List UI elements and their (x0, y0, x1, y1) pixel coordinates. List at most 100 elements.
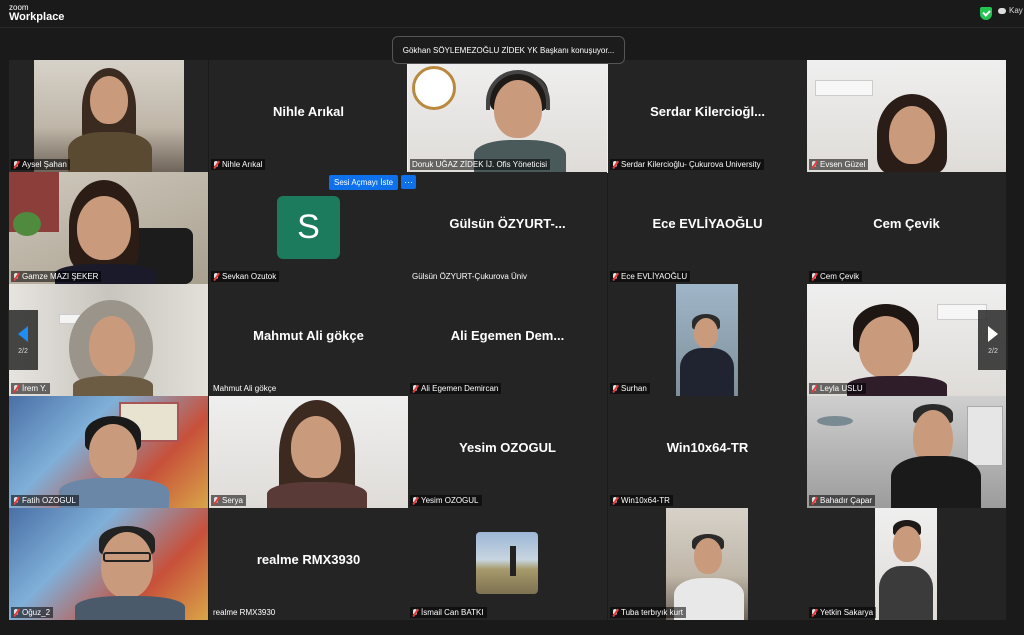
page-indicator: 2/2 (988, 347, 998, 355)
participant-tile[interactable]: Nihle Arıkal Nihle Arıkal (209, 60, 408, 172)
participant-tile[interactable]: Ece EVLİYAOĞLU Ece EVLİYAOĞLU (608, 172, 807, 284)
previous-page-button[interactable]: 2/2 (8, 310, 38, 370)
active-speaker-banner: Gökhan SÖYLEMEZOĞLU ZİDEK YK Başkanı kon… (392, 36, 625, 64)
muted-mic-icon (612, 384, 618, 393)
participant-name: Ali Egemen Demircan (421, 384, 499, 393)
page-indicator: 2/2 (18, 347, 28, 355)
participant-name-label: Surhan (610, 383, 650, 394)
gallery-view: Aysel Şahan Nihle Arıkal Nihle Arıkal Do… (9, 59, 1006, 620)
participant-name-label: Gamze MAZI ŞEKER (11, 271, 102, 282)
muted-mic-icon (412, 496, 418, 505)
muted-mic-icon (811, 384, 817, 393)
participant-tile[interactable]: Yesim OZOGUL Yesim OZOGUL (408, 396, 607, 508)
participant-name-label: Serya (211, 495, 246, 506)
encryption-shield-icon[interactable] (980, 7, 992, 20)
next-page-button[interactable]: 2/2 (978, 310, 1008, 370)
participant-name: Surhan (621, 384, 647, 393)
video-feed (807, 396, 1006, 508)
participant-hover-actions: Sesi Açmayı İste ··· (329, 175, 417, 190)
participant-tile[interactable]: Yetkin Sakarya (807, 508, 1006, 620)
participant-display-name: Yesim OZOGUL (459, 440, 556, 455)
participant-name-label: Gülsün ÖZYURT-Çukurova Üniv (410, 271, 530, 282)
participant-tile[interactable]: Gamze MAZI ŞEKER (9, 172, 208, 284)
participant-tile[interactable]: Serdar Kilercioğl... Serdar Kilercioğlu-… (608, 60, 807, 172)
recording-label: Kay (1009, 6, 1023, 15)
participant-name-label: İrem Y. (11, 383, 50, 394)
muted-mic-icon (412, 608, 418, 617)
participant-tile[interactable]: İrem Y. (9, 284, 208, 396)
participant-display-name: Serdar Kilercioğl... (650, 104, 765, 119)
video-feed (476, 532, 538, 594)
video-feed (408, 60, 607, 172)
participant-tile[interactable]: İsmail Can BATKI (408, 508, 607, 620)
more-options-button[interactable]: ··· (401, 175, 417, 189)
zoom-workplace-logo: zoom Workplace (9, 4, 64, 23)
participant-name-label: Tuba terbıyık kurt (610, 607, 686, 618)
muted-mic-icon (612, 496, 618, 505)
participant-tile[interactable]: Ali Egemen Dem... Ali Egemen Demircan (408, 284, 607, 396)
participant-name-label: Oğuz_2 (11, 607, 54, 618)
participant-tile[interactable]: Aysel Şahan (9, 60, 208, 172)
participant-name: Yesim OZOGUL (421, 496, 479, 505)
muted-mic-icon (811, 496, 817, 505)
muted-mic-icon (13, 384, 19, 393)
participant-name-label: Mahmut Ali gökçe (211, 383, 279, 394)
participant-name: İrem Y. (22, 384, 47, 393)
participant-name-label: Nihle Arıkal (211, 159, 266, 170)
participant-name: Serdar Kilercioğlu- Çukurova University (621, 160, 761, 169)
muted-mic-icon (13, 272, 19, 281)
participant-avatar: S (277, 196, 340, 259)
participant-display-name: Gülsün ÖZYURT-... (449, 216, 566, 231)
muted-mic-icon (811, 160, 817, 169)
video-feed (676, 284, 738, 396)
video-feed (807, 284, 1006, 396)
video-feed (807, 60, 1006, 172)
participant-name-label: Yesim OZOGUL (410, 495, 482, 506)
participant-tile[interactable]: realme RMX3930 realme RMX3930 (209, 508, 408, 620)
participant-name-label: İsmail Can BATKI (410, 607, 487, 618)
cloud-recording-indicator[interactable]: Kay (998, 6, 1023, 15)
participant-name-label: Serdar Kilercioğlu- Çukurova University (610, 159, 764, 170)
muted-mic-icon (612, 608, 618, 617)
participant-name: Cem Çevik (820, 272, 860, 281)
participant-display-name: Cem Çevik (873, 216, 940, 231)
participant-tile[interactable]: Mahmut Ali gökçe Mahmut Ali gökçe (209, 284, 408, 396)
participant-name: Evsen Güzel (820, 160, 866, 169)
participant-display-name: realme RMX3930 (256, 552, 361, 567)
participant-name: Mahmut Ali gökçe (213, 384, 277, 393)
muted-mic-icon (811, 608, 817, 617)
participant-tile[interactable]: Tuba terbıyık kurt (608, 508, 807, 620)
participant-name-label: Win10x64-TR (610, 495, 673, 506)
participant-tile[interactable]: Cem Çevik Cem Çevik (807, 172, 1006, 284)
ask-to-unmute-button[interactable]: Sesi Açmayı İste (329, 175, 399, 190)
chevron-left-icon (18, 325, 28, 342)
participant-tile[interactable]: Gülsün ÖZYURT-... Gülsün ÖZYURT-Çukurova… (408, 172, 607, 284)
chevron-right-icon (988, 325, 998, 342)
participant-name: Win10x64-TR (621, 496, 670, 505)
video-feed (9, 508, 208, 620)
participant-name-label: Ece EVLİYAOĞLU (610, 271, 691, 282)
muted-mic-icon (213, 496, 219, 505)
participant-tile[interactable]: Serya (209, 396, 408, 508)
muted-mic-icon (811, 272, 817, 281)
participant-name-label: Bahadır Çapar (809, 495, 876, 506)
participant-tile[interactable]: Win10x64-TR Win10x64-TR (608, 396, 807, 508)
participant-name: Ece EVLİYAOĞLU (621, 272, 688, 281)
participant-name: Gülsün ÖZYURT-Çukurova Üniv (412, 272, 527, 281)
participant-name: Nihle Arıkal (222, 160, 263, 169)
participant-display-name: Win10x64-TR (666, 440, 749, 455)
participant-tile[interactable]: Fatih OZOGUL (9, 396, 208, 508)
muted-mic-icon (612, 272, 618, 281)
brand-name: Workplace (9, 11, 65, 23)
participant-tile-active-speaker[interactable]: Doruk UĞAZ ZİDEK İJ. Ofis Yöneticisi (407, 59, 608, 173)
participant-tile[interactable]: Evsen Güzel (807, 60, 1006, 172)
participant-name-label: Doruk UĞAZ ZİDEK İJ. Ofis Yöneticisi (410, 159, 550, 170)
participant-tile[interactable]: Surhan (608, 284, 807, 396)
participant-name: Tuba terbıyık kurt (621, 608, 683, 617)
participant-tile[interactable]: Bahadır Çapar (807, 396, 1006, 508)
video-feed (666, 508, 748, 620)
participant-display-name: Ali Egemen Dem... (450, 328, 565, 343)
participant-tile[interactable]: Leyla USLU (807, 284, 1006, 396)
video-feed (9, 172, 208, 284)
participant-tile[interactable]: Oğuz_2 (9, 508, 208, 620)
